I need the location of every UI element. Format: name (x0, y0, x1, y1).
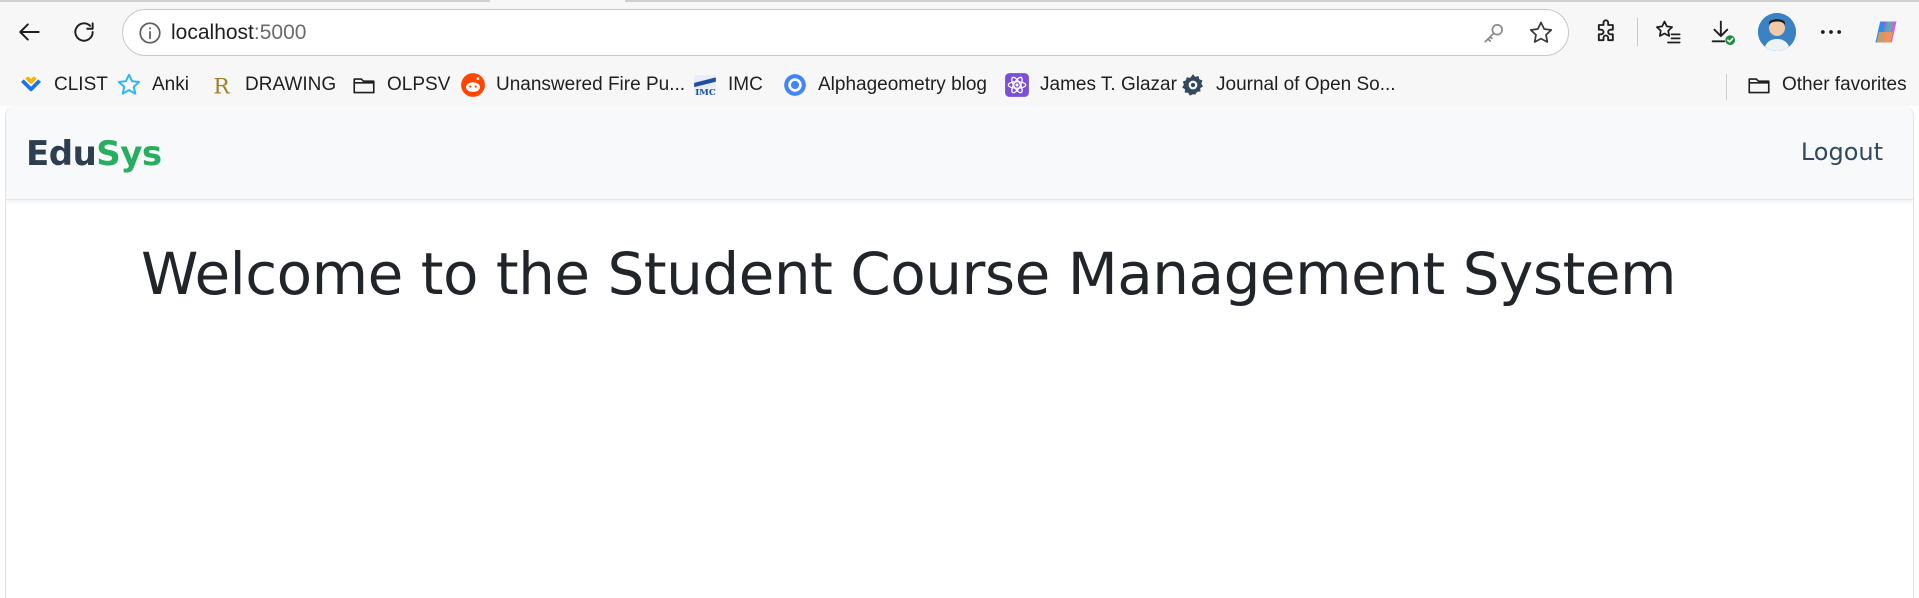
url-host: localhost (171, 21, 254, 44)
download-icon (1711, 20, 1736, 46)
avatar-person-icon (1758, 13, 1796, 51)
bookmark-label: Alphageometry blog (818, 74, 987, 95)
react-icon (1004, 72, 1030, 98)
profile-avatar[interactable] (1758, 13, 1796, 51)
clist-icon (18, 72, 44, 98)
back-arrow-icon (19, 23, 40, 41)
bookmark-anki[interactable]: Anki (116, 70, 189, 100)
brand-sys: Sys (96, 134, 162, 174)
other-favorites-folder[interactable]: Other favorites (1746, 70, 1907, 100)
address-bar[interactable]: localhost:5000 (122, 9, 1569, 56)
more-dots-icon (1820, 30, 1842, 34)
svg-text:IMC: IMC (695, 88, 716, 98)
extensions-button[interactable] (1589, 14, 1625, 50)
back-button[interactable] (10, 12, 50, 52)
r-letter-icon: R (209, 72, 235, 98)
other-favorites-label: Other favorites (1782, 74, 1907, 95)
bookmark-james-glazar[interactable]: James T. Glazar (1004, 70, 1177, 100)
url-port: :5000 (253, 21, 307, 44)
app-navbar: EduSys Logout (6, 106, 1913, 200)
toolbar-separator (1637, 18, 1638, 46)
favorites-list-icon (1656, 20, 1681, 44)
bookmark-label: Unanswered Fire Pu... (496, 74, 686, 95)
bookmarks-bar: CLIST Anki R DRAWING OLPSV Unanswered Fi… (0, 64, 1919, 106)
bookmark-imc[interactable]: IMC IMC (692, 70, 763, 100)
reddit-icon (460, 72, 486, 98)
folder-icon (1746, 72, 1772, 98)
bookmark-journal-open-source[interactable]: Journal of Open So... (1180, 70, 1396, 100)
favorite-star-icon[interactable] (1527, 19, 1555, 47)
svg-text:R: R (213, 75, 230, 98)
web-page: EduSys Logout Welcome to the Student Cou… (5, 106, 1914, 598)
bookmark-label: Journal of Open So... (1216, 74, 1396, 95)
bookmark-olpsv[interactable]: OLPSV (351, 70, 450, 100)
copilot-button[interactable] (1868, 14, 1904, 50)
bookmark-label: IMC (728, 74, 763, 95)
browser-toolbar: localhost:5000 (0, 0, 1919, 64)
brand-logo[interactable]: EduSys (26, 134, 162, 174)
brand-edu: Edu (26, 134, 97, 174)
reload-icon (74, 22, 94, 42)
bookmark-unanswered-fire[interactable]: Unanswered Fire Pu... (460, 70, 685, 100)
password-key-icon[interactable] (1481, 20, 1507, 46)
bookmark-label: James T. Glazar (1040, 74, 1177, 95)
favorites-button[interactable] (1650, 14, 1686, 50)
anki-star-icon (116, 72, 142, 98)
downloads-button[interactable] (1704, 14, 1740, 50)
bookmark-drawing[interactable]: R DRAWING (209, 70, 336, 100)
tab-strip-edge (625, 0, 1919, 2)
bookmark-label: DRAWING (245, 74, 337, 95)
blue-circle-icon (782, 72, 808, 98)
url-text[interactable]: localhost:5000 (171, 21, 306, 45)
bookmark-label: OLPSV (387, 74, 451, 95)
site-info-icon[interactable] (137, 20, 163, 46)
imc-icon: IMC (692, 72, 718, 98)
bookmark-clist[interactable]: CLIST (18, 70, 108, 100)
puzzle-icon (1597, 19, 1614, 42)
logout-link[interactable]: Logout (1801, 138, 1883, 166)
bookmarks-separator (1726, 74, 1727, 100)
tab-strip-edge (0, 0, 490, 2)
welcome-heading: Welcome to the Student Course Management… (141, 240, 1677, 308)
bookmark-label: CLIST (54, 74, 108, 95)
bookmark-alphageometry[interactable]: Alphageometry blog (782, 70, 987, 100)
copilot-icon (1875, 21, 1897, 43)
reload-button[interactable] (64, 12, 104, 52)
bookmark-label: Anki (152, 74, 189, 95)
gear-icon (1180, 72, 1206, 98)
folder-icon (351, 72, 377, 98)
settings-more-button[interactable] (1813, 14, 1849, 50)
